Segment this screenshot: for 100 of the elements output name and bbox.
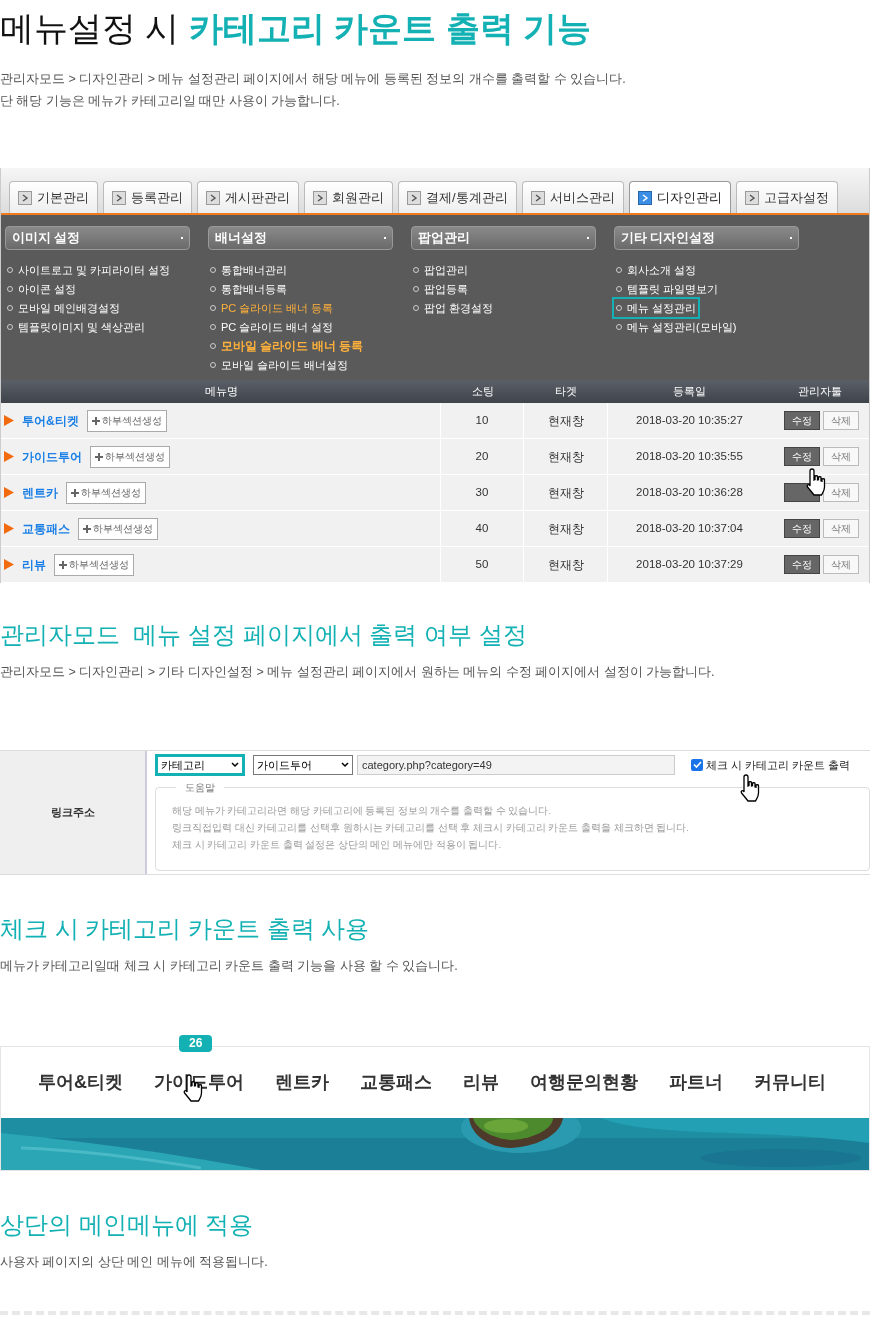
edit-button[interactable]: 수정: [784, 519, 820, 538]
triangle-icon: [4, 559, 14, 570]
table-cell-text: 2018-03-20 10:35:55: [635, 448, 744, 464]
add-subsection-button[interactable]: 하부섹션생성: [78, 517, 158, 540]
menu-name-link[interactable]: 투어&티켓: [22, 411, 79, 430]
plus-icon: [95, 452, 103, 461]
plus-icon: [59, 560, 67, 569]
column-header: 관리자툴: [797, 384, 843, 400]
triangle-icon: [4, 415, 14, 426]
table-cell: 현재창: [524, 475, 608, 510]
table-cell: 현재창: [524, 547, 608, 582]
add-subsection-button[interactable]: 하부섹션생성: [90, 445, 170, 468]
table-cell: 30: [441, 475, 524, 510]
site-menu-item[interactable]: 커뮤니티: [754, 1071, 826, 1092]
plus-icon: [83, 524, 91, 533]
tab[interactable]: 서비스관리: [521, 181, 624, 213]
menu-item[interactable]: 모바일 슬라이드 배너 등록: [208, 337, 365, 355]
section-description: 메뉴가 카테고리일때 체크 시 카테고리 카운트 출력 기능을 사용 할 수 있습니다.: [0, 957, 459, 975]
edit-button[interactable]: 수정: [784, 447, 820, 466]
table-cell-text: 2018-03-20 10:36:28: [635, 484, 744, 500]
menu-group-title: 배너설정: [215, 229, 267, 247]
menu-item[interactable]: PC 슬라이드 배너 등록: [208, 299, 336, 317]
column-header: 등록일: [672, 384, 707, 400]
site-menu-item[interactable]: 여행문의현황: [530, 1071, 638, 1092]
table-cell: 50: [441, 547, 524, 582]
menu-item[interactable]: 아이콘 설정: [5, 280, 79, 298]
count-checkbox-label[interactable]: 체크 시 카테고리 카운트 출력: [691, 756, 851, 773]
tab[interactable]: 게시판관리: [197, 181, 299, 213]
menu-group-title: 팝업관리: [418, 229, 470, 247]
menu-item[interactable]: 회사소개 설정: [614, 261, 699, 279]
form-label: 링크주소: [0, 750, 147, 874]
menu-group-title: 기타 디자인설정: [621, 229, 716, 247]
menu-item[interactable]: 메뉴 설정관리(모바일): [614, 318, 739, 336]
menu-item[interactable]: 사이트로고 및 카피라이터 설정: [5, 261, 173, 279]
column-header: 소팅: [470, 384, 495, 400]
column-header: 메뉴명: [203, 384, 239, 400]
chevron-icon: [341, 761, 349, 768]
menu-item[interactable]: 팝업등록: [411, 280, 470, 298]
delete-button[interactable]: 삭제: [823, 555, 859, 574]
add-subsection-button[interactable]: 하부섹션생성: [54, 553, 134, 576]
section-description: 사용자 페이지의 상단 메인 메뉴에 적용됩니다.: [0, 1253, 269, 1271]
url-field[interactable]: category.php?category=49: [357, 754, 675, 775]
add-subsection-button[interactable]: 하부섹션생성: [86, 409, 167, 432]
menu-item[interactable]: PC 슬라이드 배너 설정: [208, 318, 336, 336]
triangle-icon: [4, 523, 14, 534]
tab[interactable]: 결제/통계관리: [398, 181, 517, 213]
page-title: 메뉴설정 시 카테고리 카운트 출력 기능: [0, 8, 593, 49]
menu-item[interactable]: 팝업관리: [411, 261, 470, 279]
category-type-select[interactable]: 카테고리: [155, 753, 245, 776]
table-cell: 현재창: [524, 403, 608, 438]
tab[interactable]: 기본관리: [9, 181, 98, 213]
section-heading: 체크 시 카테고리 카운트 출력 사용: [0, 913, 371, 944]
plus-icon: [71, 488, 79, 497]
table-cell: 10: [441, 403, 524, 438]
delete-button[interactable]: 삭제: [823, 411, 859, 430]
table-cell: 현재창: [524, 511, 608, 546]
site-menu-item[interactable]: 투어&티켓: [38, 1071, 123, 1092]
menu-item[interactable]: 템플릿이미지 및 색상관리: [5, 318, 148, 336]
triangle-icon: [4, 487, 14, 498]
tab[interactable]: 고급자설정: [735, 181, 838, 213]
site-menu-item[interactable]: 리뷰: [463, 1071, 499, 1092]
triangle-icon: [4, 451, 14, 462]
menu-name-link[interactable]: 교통패스: [22, 519, 70, 538]
section-heading: 관리자모드 메뉴 설정 페이지에서 출력 여부 설정: [0, 620, 528, 650]
section-description: 관리자모드 > 디자인관리 > 기타 디자인설정 > 메뉴 설정관리 페이지에서 원하는 메뉴의 수정 페이지에서 설정이 가능합니다.: [0, 664, 716, 681]
chevron-icon: [231, 761, 239, 768]
edit-button[interactable]: 수정: [784, 411, 820, 430]
delete-button[interactable]: 삭제: [823, 447, 859, 466]
menu-item[interactable]: 팝업 환경설정: [411, 299, 496, 317]
intro-text: 단 해당 기능은 메뉴가 카테고리일 때만 사용이 가능합니다.: [0, 93, 341, 110]
add-subsection-button[interactable]: 하부섹션생성: [66, 481, 146, 504]
table-cell: 20: [441, 439, 524, 474]
checkbox[interactable]: [691, 758, 703, 771]
menu-item[interactable]: 템플릿 파일명보기: [614, 280, 721, 298]
delete-button[interactable]: 삭제: [823, 519, 859, 538]
tab[interactable]: 디자인관리: [628, 181, 731, 213]
menu-name-link[interactable]: 리뷰: [22, 555, 46, 574]
menu-item[interactable]: 통합배너등록: [208, 280, 289, 298]
menu-item[interactable]: 모바일 메인배경설정: [5, 299, 123, 317]
menu-group-title: 이미지 설정: [12, 229, 81, 247]
menu-select[interactable]: 가이드투어: [253, 754, 353, 775]
table-cell-text: 2018-03-20 10:37:29: [635, 556, 744, 572]
menu-name-link[interactable]: 렌트카: [22, 483, 58, 502]
plus-icon: [91, 416, 100, 425]
menu-name-link[interactable]: 가이드투어: [22, 447, 82, 466]
site-menu-item[interactable]: 렌트카: [275, 1071, 329, 1092]
tab[interactable]: 회원관리: [304, 181, 393, 213]
delete-button[interactable]: 삭제: [823, 483, 859, 502]
table-cell-text: 2018-03-20 10:37:04: [635, 520, 744, 536]
menu-item[interactable]: 모바일 슬라이드 배너설정: [208, 356, 351, 374]
table-cell: 현재창: [524, 439, 608, 474]
edit-button[interactable]: 수정: [784, 555, 820, 574]
menu-item[interactable]: 통합배너관리: [208, 261, 289, 279]
site-menu-item[interactable]: 파트너: [669, 1071, 723, 1092]
section-heading: 상단의 메인메뉴에 적용: [0, 1209, 255, 1240]
tab[interactable]: 등록관리: [103, 181, 192, 213]
site-menu-item[interactable]: 교통패스: [360, 1071, 432, 1092]
intro-text: 관리자모드 > 디자인관리 > 메뉴 설정관리 페이지에서 해당 메뉴에 등록된 정보의 개수를 출력할 수 있습니다.: [0, 71, 627, 88]
count-badge: 26: [179, 1034, 213, 1052]
menu-item[interactable]: 메뉴 설정관리: [614, 299, 699, 317]
